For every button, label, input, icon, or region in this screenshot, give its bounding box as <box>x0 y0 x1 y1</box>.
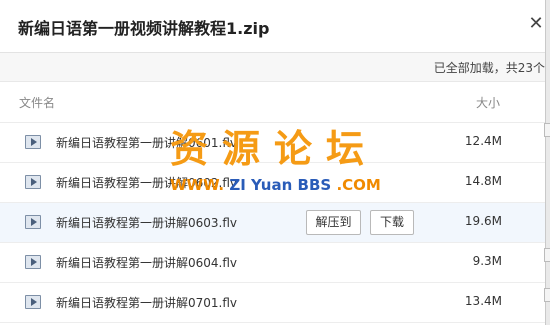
load-status: 已全部加载，共23个 <box>433 61 545 75</box>
video-file-icon <box>25 295 41 309</box>
watermark-logo: 资源论坛 WWW. ZI Yuan BBS .COM <box>170 127 385 197</box>
column-header-size[interactable]: 大小 <box>476 94 500 111</box>
table-row[interactable]: 新编日语教程第一册讲解0701.flv 13.4M <box>0 283 545 323</box>
scroll-thumb[interactable] <box>544 123 550 137</box>
video-file-icon <box>25 175 41 189</box>
file-name: 新编日语教程第一册讲解0701.flv <box>56 296 238 310</box>
column-header-name[interactable]: 文件名 <box>19 94 55 111</box>
table-row[interactable]: 新编日语教程第一册讲解0604.flv 9.3M <box>0 243 545 283</box>
scroll-thumb[interactable] <box>544 288 550 302</box>
watermark-url: WWW. ZI Yuan BBS .COM <box>170 176 381 194</box>
watermark-url-prefix: WWW. <box>170 176 225 194</box>
extract-to-button[interactable]: 解压到 <box>306 210 361 235</box>
video-file-icon <box>25 215 41 229</box>
table-row[interactable]: 新编日语教程第一册讲解0603.flv 解压到 下载 19.6M <box>0 203 545 243</box>
file-name: 新编日语教程第一册讲解0604.flv <box>56 256 238 270</box>
watermark-title: 资源论坛 <box>170 127 379 171</box>
dialog-titlebar: 新编日语第一册视频讲解教程1.zip ✕ <box>0 0 545 53</box>
watermark-url-middle: ZI Yuan <box>229 176 293 194</box>
file-list-header: 文件名 大小 <box>0 82 545 123</box>
file-size: 14.8M <box>464 174 502 188</box>
file-size: 19.6M <box>464 214 502 228</box>
file-size: 13.4M <box>464 294 502 308</box>
scroll-thumb[interactable] <box>544 248 550 262</box>
dialog-title: 新编日语第一册视频讲解教程1.zip <box>18 19 270 38</box>
close-icon[interactable]: ✕ <box>527 13 545 34</box>
watermark-url-suffix: .COM <box>336 176 381 194</box>
file-name: 新编日语教程第一册讲解0603.flv <box>56 216 238 230</box>
zip-preview-dialog: 新编日语第一册视频讲解教程1.zip ✕ 已全部加载，共23个 文件名 大小 新… <box>0 0 546 325</box>
download-button[interactable]: 下载 <box>370 210 414 235</box>
file-size: 12.4M <box>464 134 502 148</box>
video-file-icon <box>25 255 41 269</box>
scrollbar[interactable] <box>544 123 550 325</box>
watermark-url-bbs: BBS <box>297 176 332 194</box>
load-status-bar: 已全部加载，共23个 <box>0 53 545 82</box>
file-size: 9.3M <box>472 254 502 268</box>
video-file-icon <box>25 135 41 149</box>
